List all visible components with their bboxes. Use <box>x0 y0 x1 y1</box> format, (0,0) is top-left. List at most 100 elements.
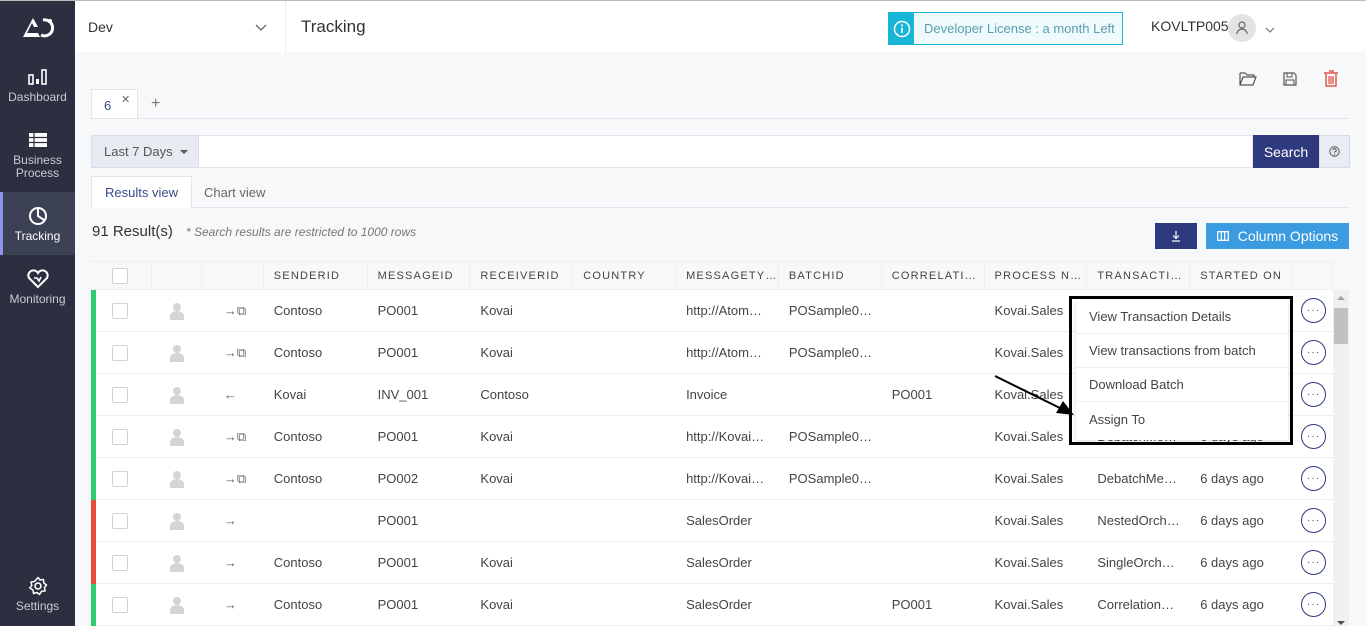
status-indicator <box>91 500 96 542</box>
username[interactable]: KOVLTP005 <box>1151 18 1229 34</box>
row-checkbox[interactable] <box>112 344 128 361</box>
cell-batchid <box>779 500 882 541</box>
table-row[interactable]: → Contoso PO001 Kovai SalesOrder Kovai.Sales S… <box>91 542 1333 584</box>
logo-icon[interactable] <box>0 1 75 53</box>
status-indicator <box>91 458 96 500</box>
menu-item-download-batch[interactable]: Download Batch <box>1076 368 1288 402</box>
cell-country <box>573 542 676 583</box>
folder-open-icon[interactable] <box>1238 69 1258 89</box>
tab-results-view[interactable]: Results view <box>91 176 192 208</box>
column-header[interactable]: SENDERID <box>264 262 368 290</box>
column-header[interactable]: MESSAGEID <box>368 262 471 290</box>
row-checkbox[interactable] <box>112 302 128 319</box>
row-checkbox[interactable] <box>112 386 128 403</box>
sidebar-item-monitoring[interactable]: Monitoring <box>0 255 75 318</box>
more-options-button[interactable]: ··· <box>1301 592 1327 617</box>
cell-messagetype: http://Atom… <box>686 345 762 360</box>
select-all-checkbox[interactable] <box>112 268 128 284</box>
sidebar-item-label: Business Process <box>13 152 62 180</box>
cell-started: 6 days ago <box>1200 597 1264 612</box>
add-tab-button[interactable]: + <box>151 95 160 113</box>
query-tab[interactable]: 6 ✕ <box>91 89 138 119</box>
column-options-button[interactable]: Column Options <box>1206 223 1349 249</box>
scroll-down-icon[interactable] <box>1337 621 1345 625</box>
cell-started: 6 days ago <box>1200 555 1264 570</box>
help-button[interactable] <box>1319 135 1350 168</box>
cell-process: Kovai.Sales <box>994 555 1064 570</box>
avatar[interactable] <box>1228 14 1256 42</box>
menu-item-view-transaction-details[interactable]: View Transaction Details <box>1076 300 1288 334</box>
tab-chart-view[interactable]: Chart view <box>191 176 278 208</box>
results-note: * Search results are restricted to 1000 … <box>186 225 417 239</box>
cell-process: Kovai.Sales <box>994 471 1064 486</box>
row-checkbox[interactable] <box>112 512 128 529</box>
cell-receiverid: Kovai <box>480 345 513 360</box>
actions-cell: ··· <box>1293 332 1333 373</box>
more-options-button[interactable]: ··· <box>1301 550 1327 575</box>
search-button[interactable]: Search <box>1253 135 1319 168</box>
save-icon[interactable] <box>1280 69 1300 89</box>
sidebar-item-dashboard[interactable]: Dashboard <box>0 53 75 116</box>
sidebar-item-business-process[interactable]: Business Process <box>0 116 75 192</box>
direction-icon: →⧉ <box>223 302 247 318</box>
table-row[interactable]: → PO001 SalesOrder Kovai.Sales NestedOrch… 6 … <box>91 500 1333 542</box>
row-checkbox[interactable] <box>112 428 128 445</box>
sidebar-item-settings[interactable]: Settings <box>0 569 75 619</box>
close-icon[interactable]: ✕ <box>121 93 130 106</box>
vertical-scrollbar[interactable] <box>1333 290 1349 626</box>
user-cell <box>152 374 202 415</box>
actions-cell: ··· <box>1293 416 1333 457</box>
sidebar-item-tracking[interactable]: Tracking <box>0 192 75 255</box>
cell-receiverid: Kovai <box>480 597 513 612</box>
divider <box>91 118 1349 119</box>
table-row[interactable]: → Contoso PO001 Kovai SalesOrder PO001 Kovai.S… <box>91 584 1333 626</box>
environment-select[interactable]: Dev <box>75 1 286 52</box>
menu-item-view-transactions-from-batch[interactable]: View transactions from batch <box>1076 334 1288 368</box>
scroll-up-icon[interactable] <box>1337 296 1345 300</box>
row-checkbox[interactable] <box>112 554 128 571</box>
user-icon <box>169 470 184 488</box>
row-checkbox[interactable] <box>112 596 128 613</box>
more-options-button[interactable]: ··· <box>1301 466 1327 491</box>
column-header[interactable]: MESSAGETY… <box>676 262 779 290</box>
column-header[interactable]: CORRELATI… <box>882 262 985 290</box>
user-menu-chevron-icon[interactable] <box>1265 21 1275 39</box>
user-cell <box>152 584 202 625</box>
column-header[interactable]: BATCHID <box>779 262 882 290</box>
pie-chart-icon <box>28 205 48 227</box>
column-header[interactable]: RECEIVERID <box>470 262 574 290</box>
scroll-thumb[interactable] <box>1334 308 1348 344</box>
download-button[interactable] <box>1155 223 1197 249</box>
more-options-button[interactable]: ··· <box>1301 382 1327 407</box>
row-checkbox[interactable] <box>112 470 128 487</box>
table-row[interactable]: →⧉ Contoso PO002 Kovai http://Kovai… POSample… <box>91 458 1333 500</box>
user-icon <box>169 344 184 362</box>
license-text: Developer License : a month Left <box>924 21 1115 36</box>
cell-process: Kovai.Sales <box>994 429 1064 444</box>
row-select-cell <box>91 584 152 625</box>
date-range-dropdown[interactable]: Last 7 Days <box>91 135 199 168</box>
trash-icon[interactable] <box>1321 69 1341 89</box>
more-options-button[interactable]: ··· <box>1301 508 1327 533</box>
user-cell <box>152 332 202 373</box>
more-options-button[interactable]: ··· <box>1301 298 1327 323</box>
list-icon <box>28 129 48 151</box>
cell-batchid <box>779 584 882 625</box>
more-options-button[interactable]: ··· <box>1301 424 1327 449</box>
row-select-cell <box>91 542 152 583</box>
download-icon <box>1172 231 1180 242</box>
heart-pulse-icon <box>26 268 49 290</box>
column-header[interactable]: COUNTRY <box>573 262 677 290</box>
cell-correlation <box>882 332 985 373</box>
cell-messagetype: Invoice <box>686 387 728 402</box>
more-options-button[interactable]: ··· <box>1301 340 1327 365</box>
search-input[interactable] <box>199 135 1253 168</box>
column-header[interactable]: TRANSACTI… <box>1087 262 1191 290</box>
cell-messagetype: http://Kovai… <box>686 471 765 486</box>
cell-senderid: Contoso <box>273 471 323 486</box>
column-header[interactable]: PROCESS N… <box>985 262 1088 290</box>
cell-senderid: Contoso <box>273 555 323 570</box>
menu-item-assign-to[interactable]: Assign To <box>1076 402 1288 436</box>
page-title: Tracking <box>301 16 366 36</box>
column-header[interactable]: STARTED ON <box>1190 262 1294 290</box>
